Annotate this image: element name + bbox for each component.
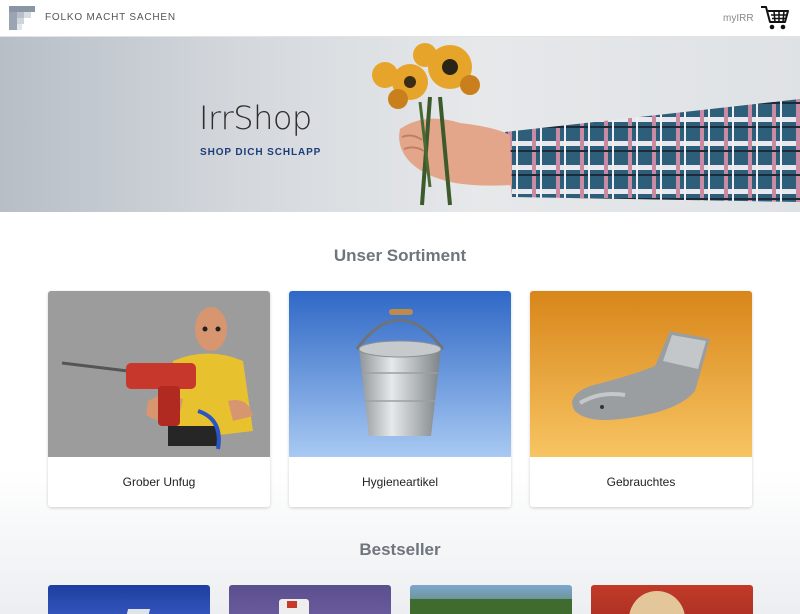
category-card-grober-unfug[interactable]: Grober Unfug	[48, 291, 270, 507]
hero-title: IrrShop	[199, 99, 312, 137]
hero-banner: IrrShop SHOP DICH SCHLAPP	[0, 37, 800, 212]
bucket-image	[289, 291, 511, 457]
bestseller-thumbnail[interactable]	[229, 585, 391, 614]
bestseller-thumbnail[interactable]	[48, 585, 210, 614]
category-label[interactable]: Grober Unfug	[48, 457, 270, 507]
drill-man-image	[48, 291, 270, 457]
category-card-hygieneartikel[interactable]: Hygieneartikel	[289, 291, 511, 507]
product-shape	[410, 599, 572, 614]
sock-image	[530, 291, 752, 457]
category-card-gebrauchtes[interactable]: Gebrauchtes	[530, 291, 752, 507]
flower-bouquet-hand-image	[372, 43, 800, 206]
product-shape	[287, 601, 297, 608]
category-label[interactable]: Gebrauchtes	[530, 457, 752, 507]
product-shape	[629, 591, 685, 614]
logo-icon[interactable]	[9, 6, 35, 30]
shopping-cart-icon[interactable]	[760, 4, 790, 32]
category-label[interactable]: Hygieneartikel	[289, 457, 511, 507]
bestseller-thumbnail[interactable]	[410, 585, 572, 614]
brand-name[interactable]: FOLKO MACHT SACHEN	[45, 12, 176, 23]
hero-subtitle: SHOP DICH SCHLAPP	[200, 147, 322, 158]
sortiment-heading: Unser Sortiment	[333, 246, 467, 265]
product-shape	[123, 609, 151, 614]
bestseller-heading: Bestseller	[359, 540, 441, 559]
account-link[interactable]: myIRR	[723, 13, 754, 24]
top-navigation-bar: FOLKO MACHT SACHEN myIRR	[0, 0, 800, 37]
bestseller-thumbnail[interactable]	[591, 585, 753, 614]
